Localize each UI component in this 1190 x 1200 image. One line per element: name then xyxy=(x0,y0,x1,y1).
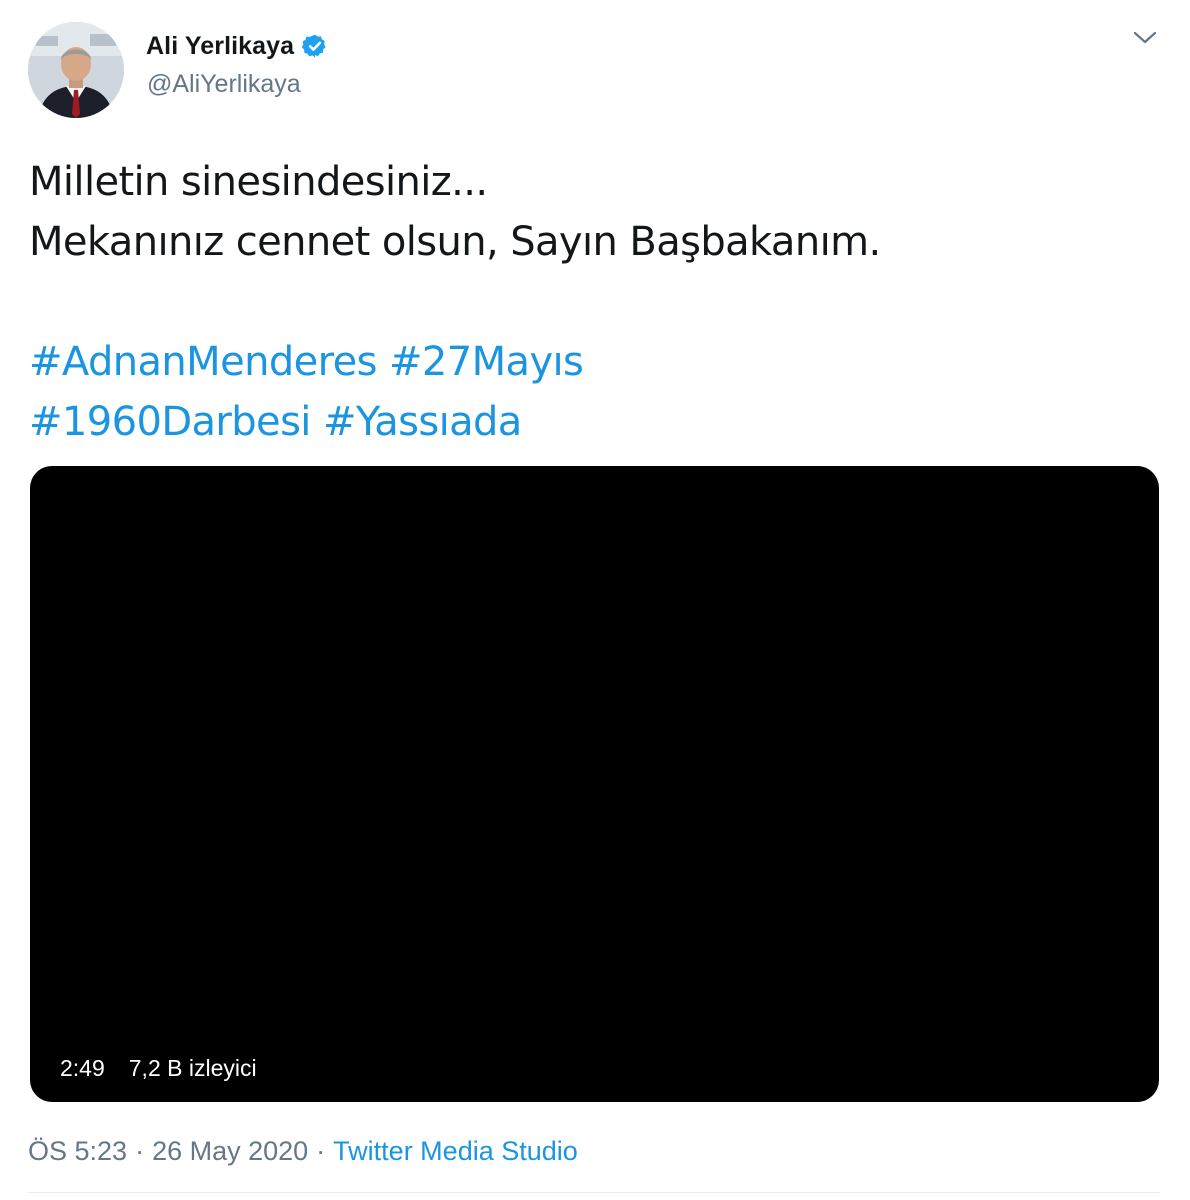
video-player[interactable]: 2:49 7,2 B izleyici xyxy=(30,466,1159,1102)
author-handle[interactable]: @AliYerlikaya xyxy=(147,70,301,99)
tweet-text-line: Mekanınız cennet olsun, Sayın Başbakanım… xyxy=(29,219,881,265)
chevron-down-icon xyxy=(1132,30,1158,51)
hashtag-line: #AdnanMenderes #27Mayıs xyxy=(29,332,1149,392)
video-view-count: 7,2 B izleyici xyxy=(128,1055,257,1081)
hashtag-link[interactable]: #1960Darbesi xyxy=(29,399,311,445)
tweet-card: Ali Yerlikaya @AliYerlikaya Milletin sin… xyxy=(0,0,1190,1200)
more-options-button[interactable] xyxy=(1128,28,1162,52)
tweet-text: Milletin sinesindesiniz... Mekanınız cen… xyxy=(29,152,1149,452)
hashtag-link[interactable]: #27Mayıs xyxy=(389,339,584,385)
video-meta: 2:49 7,2 B izleyici xyxy=(60,1055,257,1082)
tweet-date[interactable]: 26 May 2020 xyxy=(152,1136,308,1167)
tweet-source-link[interactable]: Twitter Media Studio xyxy=(333,1136,578,1167)
hashtag-line: #1960Darbesi #Yassıada xyxy=(29,392,1149,452)
author-name-row[interactable]: Ali Yerlikaya xyxy=(146,30,328,62)
author-display-name[interactable]: Ali Yerlikaya xyxy=(146,32,294,61)
tweet-text-spacer xyxy=(29,272,1149,332)
tweet-text-line: Milletin sinesindesiniz... xyxy=(29,159,488,205)
hashtag-link[interactable]: #AdnanMenderes xyxy=(29,339,377,385)
divider xyxy=(28,1192,1160,1193)
verified-badge-icon xyxy=(302,33,328,59)
meta-separator: · xyxy=(316,1136,326,1166)
tweet-time[interactable]: ÖS 5:23 xyxy=(28,1136,127,1167)
meta-separator: · xyxy=(135,1136,145,1166)
hashtag-link[interactable]: #Yassıada xyxy=(323,399,522,445)
video-duration: 2:49 xyxy=(60,1055,105,1081)
tweet-meta: ÖS 5:23 · 26 May 2020 · Twitter Media St… xyxy=(28,1136,578,1167)
avatar[interactable] xyxy=(28,22,124,118)
